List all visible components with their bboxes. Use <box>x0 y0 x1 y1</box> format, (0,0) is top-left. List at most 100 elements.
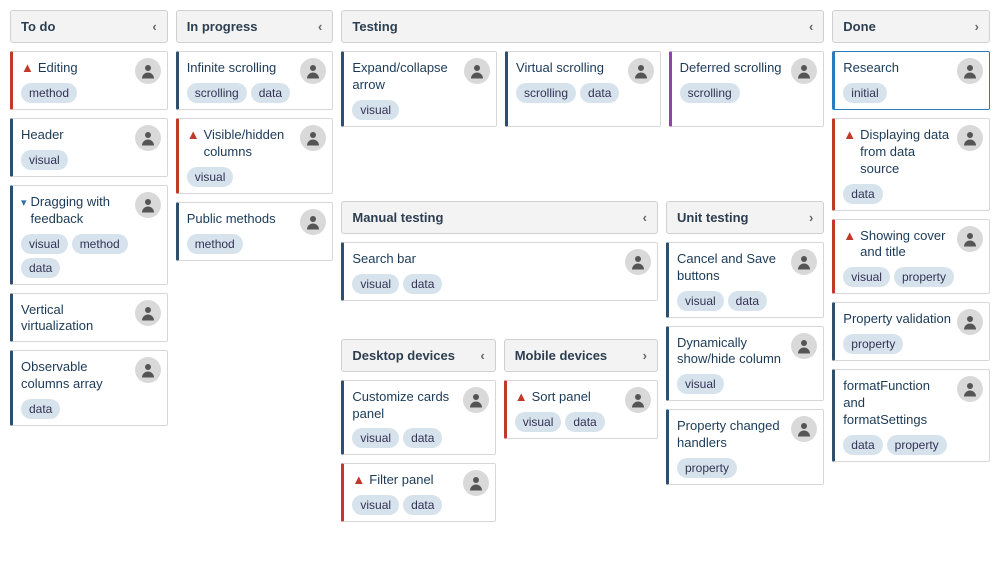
card-title: Visible/hidden columns <box>204 127 295 161</box>
card-header[interactable]: Header visual <box>10 118 168 177</box>
chevron-left-icon: ‹ <box>643 210 647 225</box>
tag: visual <box>843 267 890 287</box>
card-observable-columns[interactable]: Observable columns array data <box>10 350 168 426</box>
avatar <box>300 209 326 235</box>
tag: data <box>728 291 767 311</box>
column-done: Done › Research initial ▲ Displaying dat… <box>832 10 990 462</box>
tag: visual <box>677 374 724 394</box>
card-sort-panel[interactable]: ▲ Sort panel visual data <box>504 380 658 439</box>
warning-icon: ▲ <box>352 472 365 489</box>
tag: visual <box>352 100 399 120</box>
tag: data <box>21 399 60 419</box>
avatar <box>957 125 983 151</box>
card-displaying-data[interactable]: ▲ Displaying data from data source data <box>832 118 990 211</box>
card-dynamic-show-hide[interactable]: Dynamically show/hide column visual <box>666 326 824 402</box>
tag: visual <box>515 412 562 432</box>
card-tags: scrolling data <box>187 83 325 103</box>
card-title: Filter panel <box>369 472 433 489</box>
chevron-left-icon: ‹ <box>480 348 484 363</box>
column-title: In progress <box>187 19 258 34</box>
tag: visual <box>352 274 399 294</box>
card-property-changed-handlers[interactable]: Property changed handlers property <box>666 409 824 485</box>
avatar <box>791 249 817 275</box>
tag: data <box>251 83 290 103</box>
tag: scrolling <box>187 83 247 103</box>
column-header-todo[interactable]: To do ‹ <box>10 10 168 43</box>
sub-header-unit[interactable]: Unit testing › <box>666 201 824 234</box>
card-property-validation[interactable]: Property validation property <box>832 302 990 361</box>
tag: visual <box>187 167 234 187</box>
tag: property <box>843 334 903 354</box>
avatar <box>464 58 490 84</box>
card-title: Dynamically show/hide column <box>677 335 785 369</box>
card-editing[interactable]: ▲ Editing method <box>10 51 168 110</box>
card-search-bar[interactable]: Search bar visual data <box>341 242 658 301</box>
manual-sub-row: Desktop devices ‹ Customize cards panel … <box>341 339 658 523</box>
tag: visual <box>352 495 399 515</box>
card-title: Displaying data from data source <box>860 127 951 178</box>
tag: data <box>403 274 442 294</box>
sub-header-mobile[interactable]: Mobile devices › <box>504 339 658 372</box>
card-customize-cards-panel[interactable]: Customize cards panel visual data <box>341 380 495 456</box>
card-vertical-virtualization[interactable]: Vertical virtualization <box>10 293 168 343</box>
sub-header-desktop[interactable]: Desktop devices ‹ <box>341 339 495 372</box>
avatar <box>135 357 161 383</box>
chevron-right-icon: › <box>643 348 647 363</box>
card-public-methods[interactable]: Public methods method <box>176 202 334 261</box>
column-header-done[interactable]: Done › <box>832 10 990 43</box>
tag: visual <box>21 234 68 254</box>
card-title: Deferred scrolling <box>680 60 782 77</box>
card-virtual-scrolling[interactable]: Virtual scrolling scrolling data <box>505 51 661 127</box>
card-cancel-save[interactable]: Cancel and Save buttons visual data <box>666 242 824 318</box>
card-title: Public methods <box>187 211 276 228</box>
card-title: Sort panel <box>532 389 591 406</box>
card-dragging[interactable]: ▾ Dragging with feedback visual method d… <box>10 185 168 285</box>
tag: data <box>843 184 882 204</box>
avatar <box>463 470 489 496</box>
column-todo: To do ‹ ▲ Editing method Header visual <box>10 10 168 426</box>
card-title: Header <box>21 127 64 144</box>
card-title: Expand/collapse arrow <box>352 60 458 94</box>
tag: visual <box>352 428 399 448</box>
card-title: Editing <box>38 60 78 77</box>
sub-title: Unit testing <box>677 210 749 225</box>
card-title: Showing cover and title <box>860 228 951 262</box>
card-tags: visual <box>187 167 325 187</box>
tag: scrolling <box>680 83 740 103</box>
warning-icon: ▲ <box>843 228 856 245</box>
card-deferred-scrolling[interactable]: Deferred scrolling scrolling <box>669 51 825 127</box>
tag: scrolling <box>516 83 576 103</box>
tag: visual <box>21 150 68 170</box>
tag: data <box>21 258 60 278</box>
tag: property <box>887 435 947 455</box>
kanban-board: To do ‹ ▲ Editing method Header visual <box>10 10 990 522</box>
tag: method <box>187 234 243 254</box>
avatar <box>625 387 651 413</box>
card-expand-collapse[interactable]: Expand/collapse arrow visual <box>341 51 497 127</box>
avatar <box>957 58 983 84</box>
card-format-function[interactable]: formatFunction and formatSettings data p… <box>832 369 990 462</box>
spacer <box>341 135 824 193</box>
tag: data <box>580 83 619 103</box>
avatar <box>625 249 651 275</box>
card-visible-hidden-columns[interactable]: ▲ Visible/hidden columns visual <box>176 118 334 194</box>
card-infinite-scrolling[interactable]: Infinite scrolling scrolling data <box>176 51 334 110</box>
card-research[interactable]: Research initial <box>832 51 990 110</box>
card-title: Vertical virtualization <box>21 302 129 336</box>
avatar <box>791 333 817 359</box>
avatar <box>957 309 983 335</box>
testing-sub-row: Manual testing ‹ Search bar visual data <box>341 201 824 523</box>
column-testing: Testing ‹ Expand/collapse arrow visual V… <box>341 10 824 522</box>
card-title: Property changed handlers <box>677 418 785 452</box>
sub-column-desktop: Desktop devices ‹ Customize cards panel … <box>341 339 495 523</box>
chevron-right-icon: › <box>975 19 979 34</box>
warning-icon: ▲ <box>21 60 34 77</box>
card-filter-panel[interactable]: ▲ Filter panel visual data <box>341 463 495 522</box>
warning-icon: ▲ <box>515 389 528 406</box>
column-header-testing[interactable]: Testing ‹ <box>341 10 824 43</box>
avatar <box>628 58 654 84</box>
sub-column-mobile: Mobile devices › ▲ Sort panel visual dat… <box>504 339 658 523</box>
column-header-in-progress[interactable]: In progress ‹ <box>176 10 334 43</box>
sub-header-manual[interactable]: Manual testing ‹ <box>341 201 658 234</box>
card-showing-cover-title[interactable]: ▲ Showing cover and title visual propert… <box>832 219 990 295</box>
